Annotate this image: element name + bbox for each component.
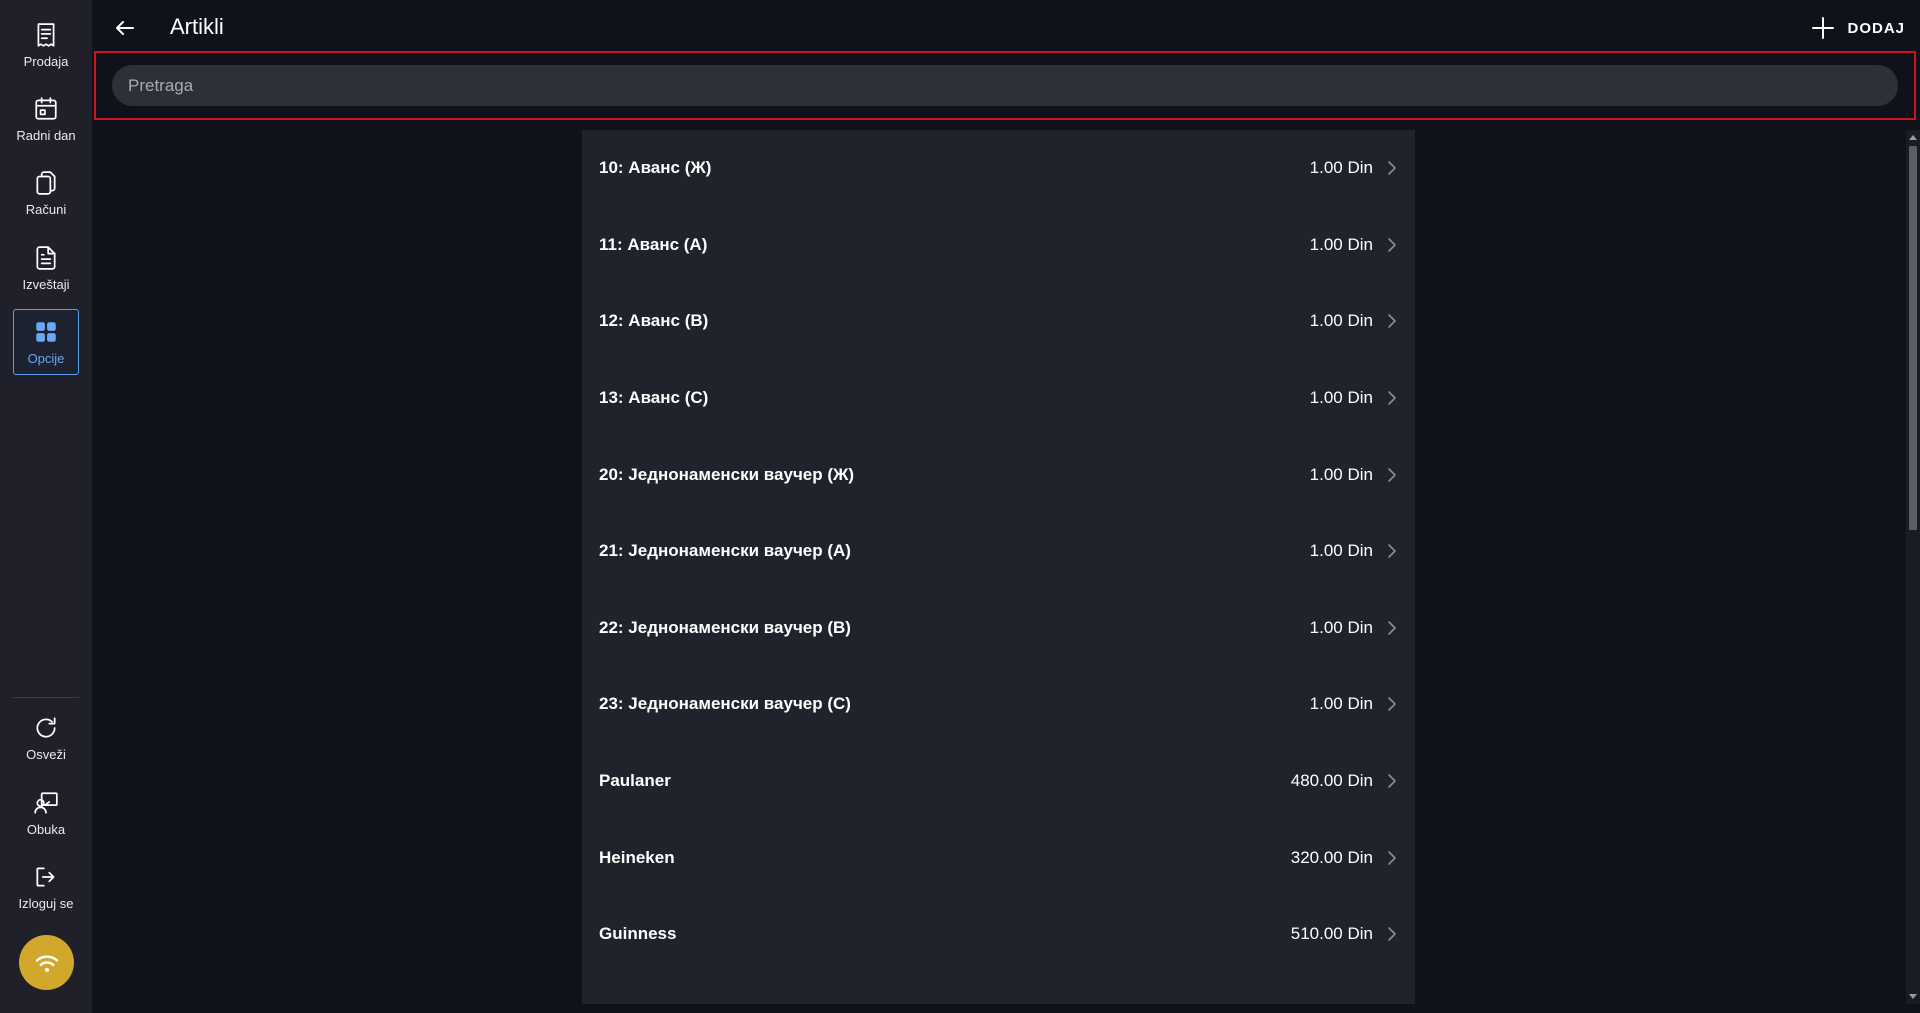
- item-price: 480.00 Din: [1290, 771, 1373, 791]
- item-price: 1.00 Din: [1309, 388, 1373, 408]
- sidebar-item-prodaja[interactable]: Prodaja: [13, 12, 79, 78]
- sidebar-item-label: Izloguj se: [18, 895, 74, 911]
- list-item[interactable]: 21: Једнонаменски ваучер (А) 1.00 Din: [582, 513, 1415, 590]
- chevron-right-icon: [1385, 1002, 1399, 1004]
- sidebar-item-label: Osveži: [26, 746, 66, 762]
- wifi-icon: [35, 955, 58, 972]
- sidebar-item-obuka[interactable]: Obuka: [13, 780, 79, 846]
- receipt-icon: [37, 22, 55, 47]
- search-input[interactable]: [112, 65, 1898, 106]
- sidebar-item-label: Opcije: [27, 350, 65, 366]
- item-name: 12: Аванс (В): [599, 311, 709, 331]
- chevron-right-icon: [1385, 312, 1399, 330]
- sidebar-item-opcije[interactable]: Opcije: [13, 309, 79, 375]
- sidebar-item-izloguj-se[interactable]: Izloguj se: [13, 854, 79, 920]
- chevron-right-icon: [1385, 772, 1399, 790]
- training-icon: [34, 791, 58, 814]
- chevron-right-icon: [1385, 849, 1399, 867]
- item-name: 10: Аванс (Ж): [599, 158, 712, 178]
- chevron-right-icon: [1385, 236, 1399, 254]
- item-price: 340.00 Din: [1291, 1001, 1373, 1004]
- add-button[interactable]: DODAJ: [1811, 14, 1905, 42]
- back-button[interactable]: [110, 14, 140, 42]
- sidebar-item-label: Prodaja: [23, 53, 69, 69]
- list-item[interactable]: Guinness 510.00 Din: [582, 896, 1415, 973]
- chevron-right-icon: [1385, 542, 1399, 560]
- item-name: 23: Једнонаменски ваучер (С): [599, 694, 851, 714]
- page-title: Artikli: [170, 14, 224, 39]
- list-item[interactable]: 23: Једнонаменски ваучер (С) 1.00 Din: [582, 666, 1415, 743]
- add-button-label: DODAJ: [1847, 19, 1905, 37]
- sidebar-item-label: Radni dan: [16, 127, 76, 143]
- chevron-right-icon: [1385, 925, 1399, 943]
- list-item[interactable]: 20: Једнонаменски ваучер (Ж) 1.00 Din: [582, 436, 1415, 513]
- list-item[interactable]: 10: Аванс (Ж) 1.00 Din: [582, 130, 1415, 207]
- item-price: 1.00 Din: [1309, 694, 1373, 714]
- sidebar-divider: [13, 697, 79, 698]
- search-container: [94, 51, 1916, 120]
- item-name: Heineken: [599, 847, 675, 867]
- logout-icon: [36, 866, 55, 887]
- sidebar: Prodaja Radni dan Računi Izveštaji Opcij…: [0, 0, 92, 1013]
- sidebar-item-label: Računi: [25, 201, 67, 217]
- list-item[interactable]: Heineken 320.00 Din: [582, 819, 1415, 896]
- list-item[interactable]: 11: Аванс (А) 1.00 Din: [582, 207, 1415, 284]
- sidebar-item-osvezi[interactable]: Osveži: [13, 705, 79, 771]
- item-price: 1.00 Din: [1309, 158, 1373, 178]
- chevron-right-icon: [1385, 159, 1399, 177]
- scrollbar-thumb[interactable]: [1909, 146, 1917, 530]
- item-name: 13: Аванс (С): [599, 388, 709, 408]
- item-price: 510.00 Din: [1290, 924, 1373, 944]
- sidebar-item-racuni[interactable]: Računi: [13, 160, 79, 226]
- chevron-right-icon: [1385, 695, 1399, 713]
- item-name: 20: Једнонаменски ваучер (Ж): [599, 464, 855, 484]
- item-price: 1.00 Din: [1309, 617, 1373, 637]
- chevron-right-icon: [1385, 389, 1399, 407]
- item-price: 320.00 Din: [1290, 847, 1373, 867]
- app-root: Prodaja Radni dan Računi Izveštaji Opcij…: [0, 0, 1920, 1013]
- chevron-right-icon: [1385, 619, 1399, 637]
- chevron-right-icon: [1385, 466, 1399, 484]
- list-item[interactable]: 22: Једнонаменски ваучер (В) 1.00 Din: [582, 590, 1415, 667]
- scrollbar[interactable]: [1906, 130, 1920, 1004]
- scroll-up-arrow[interactable]: [1909, 135, 1917, 140]
- calendar-icon: [35, 96, 57, 120]
- item-name: 22: Једнонаменски ваучер (В): [599, 617, 851, 637]
- grid-icon: [36, 321, 56, 342]
- list-item[interactable]: Paulaner 480.00 Din: [582, 743, 1415, 820]
- item-price: 1.00 Din: [1309, 234, 1373, 254]
- refresh-icon: [36, 716, 56, 738]
- plus-icon: [1812, 17, 1835, 39]
- copy-documents-icon: [36, 170, 56, 195]
- sidebar-item-label: Izveštaji: [22, 276, 70, 292]
- list-item[interactable]: 13: Аванс (С) 1.00 Din: [582, 360, 1415, 437]
- report-document-icon: [36, 245, 56, 270]
- scroll-down-arrow[interactable]: [1909, 994, 1917, 999]
- item-name: Guinness: [599, 924, 677, 944]
- list-item[interactable]: 12: Аванс (В) 1.00 Din: [582, 283, 1415, 360]
- sidebar-item-label: Obuka: [26, 821, 66, 837]
- items-list: 10: Аванс (Ж) 1.00 Din 11: Аванс (А) 1.00 D…: [582, 130, 1415, 1004]
- item-name: Paulaner: [599, 771, 671, 791]
- arrow-left-icon: [116, 21, 134, 35]
- item-name: 21: Једнонаменски ваучер (А): [599, 541, 851, 561]
- connection-status-button[interactable]: [19, 935, 74, 990]
- item-price: 1.00 Din: [1309, 541, 1373, 561]
- item-name: Kozel: [599, 1001, 644, 1004]
- list-item[interactable]: Kozel 340.00 Din: [582, 973, 1415, 1004]
- item-price: 1.00 Din: [1309, 311, 1373, 331]
- item-name: 11: Аванс (А): [599, 234, 708, 254]
- sidebar-item-izvestaji[interactable]: Izveštaji: [13, 235, 79, 301]
- top-bar: Artikli DODAJ: [92, 0, 1920, 52]
- sidebar-item-radni-dan[interactable]: Radni dan: [13, 86, 79, 152]
- item-price: 1.00 Din: [1309, 464, 1373, 484]
